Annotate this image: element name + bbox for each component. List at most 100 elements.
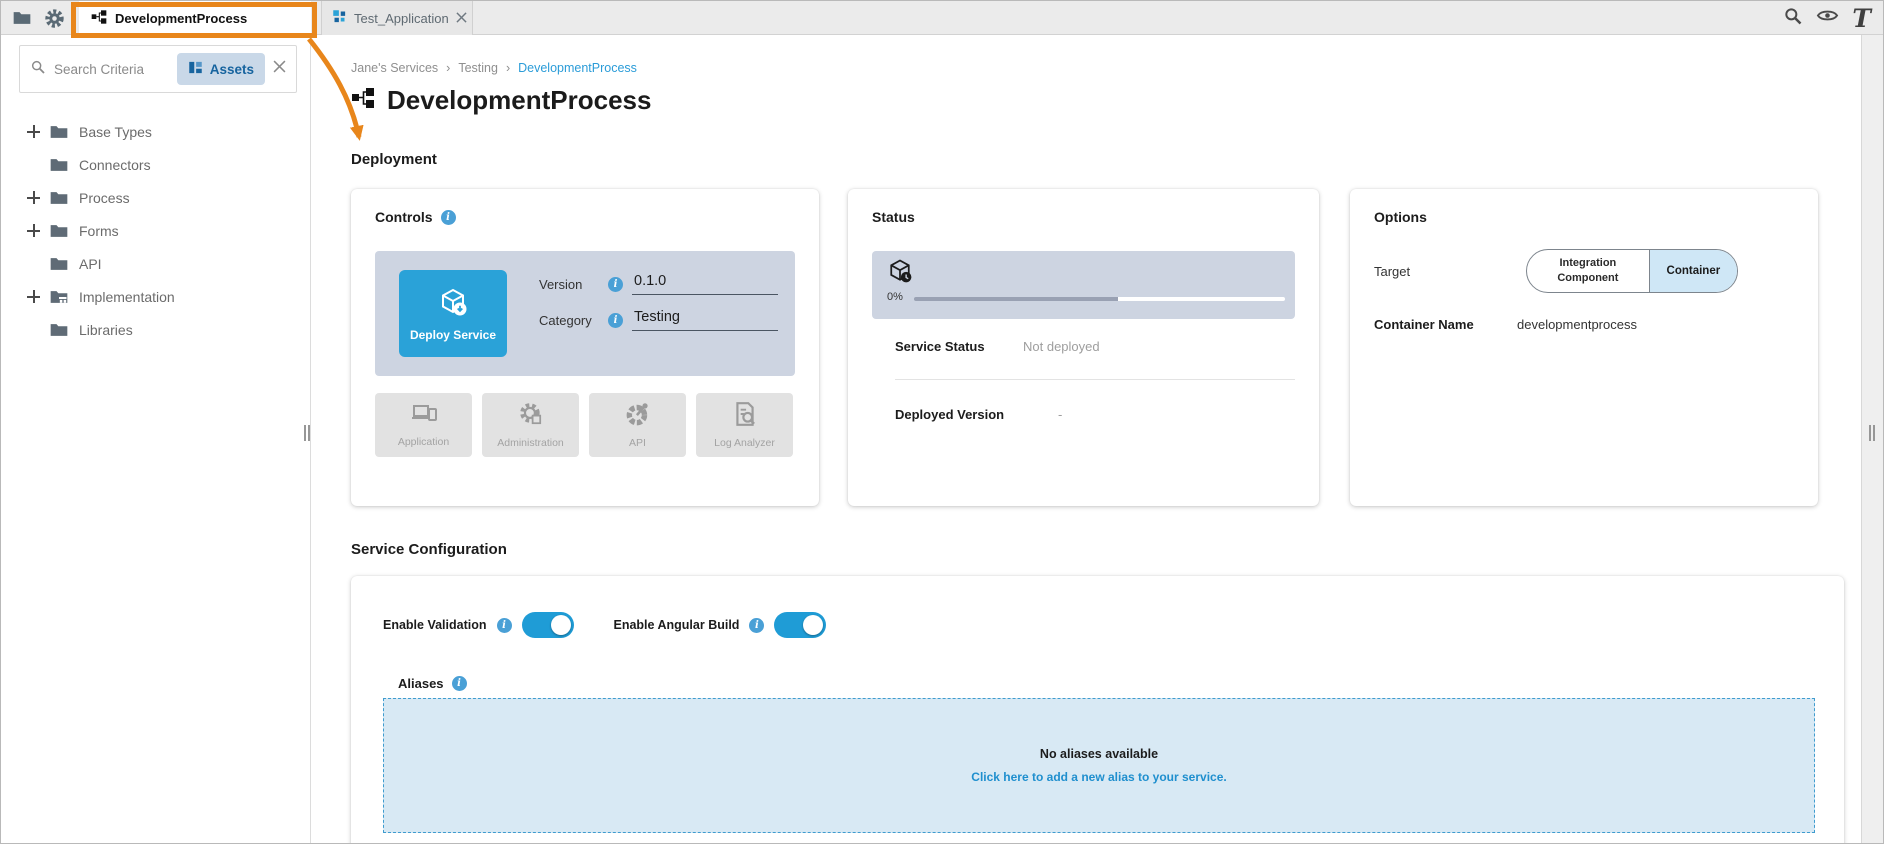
progress-percent: 0% [887,291,903,303]
enable-validation-toggle[interactable] [522,612,574,638]
deployment-section-heading: Deployment [351,151,437,168]
folder-icon [49,188,69,208]
process-icon [91,9,107,28]
log-search-icon [733,401,757,430]
assets-grid-icon [188,60,203,78]
devices-icon [410,402,438,429]
info-icon[interactable] [452,676,467,691]
tree-item-label: Connectors [79,157,151,173]
divider [895,379,1295,380]
api-button[interactable]: API [589,393,686,457]
category-label: Category [539,313,599,328]
info-icon[interactable] [608,277,623,292]
tree-item-label: Base Types [79,124,152,140]
assets-filter-chip[interactable]: Assets [177,53,265,85]
progress-bar [914,297,1285,301]
info-icon[interactable] [497,618,512,633]
tab-label: DevelopmentProcess [115,11,247,26]
breadcrumb-separator: › [506,61,510,75]
search-icon[interactable] [1783,6,1803,31]
deploy-button-label: Deploy Service [410,328,496,342]
breadcrumb: Jane's Services › Testing › DevelopmentP… [351,61,637,75]
tree-item-libraries[interactable]: Libraries [1,313,310,346]
tab-development-process[interactable]: DevelopmentProcess [79,1,311,35]
log-analyzer-button[interactable]: Log Analyzer [696,393,793,457]
process-icon [351,86,375,115]
expand-icon[interactable] [27,191,49,204]
info-icon[interactable] [441,210,456,225]
search-box: Assets [19,45,297,93]
target-option-container-selected[interactable]: Container [1650,250,1737,292]
tree-item-api[interactable]: API [1,247,310,280]
deploy-panel: Deploy Service Version Category [375,251,795,376]
aliases-dropzone[interactable]: No aliases available Click here to add a… [383,698,1815,833]
gear-box-icon [518,401,544,430]
target-option-integration-component[interactable]: Integration Component [1527,250,1650,292]
tree-item-base-types[interactable]: Base Types [1,115,310,148]
service-status-value: Not deployed [1023,339,1100,354]
tree-item-label: Implementation [79,289,175,305]
deploy-status-cube-icon [886,257,914,290]
tree-item-connectors[interactable]: Connectors [1,148,310,181]
controls-card: Controls Deploy Service Version [351,189,819,506]
folder-icon [49,155,69,175]
breadcrumb-item[interactable]: Testing [458,61,498,75]
status-heading: Status [872,209,915,225]
service-status-label: Service Status [895,339,985,354]
deploy-service-button[interactable]: Deploy Service [399,270,507,357]
enable-angular-build-label: Enable Angular Build [614,618,740,632]
assets-sidebar: Assets Base Types Connectors Process [1,35,311,843]
tree-item-forms[interactable]: Forms [1,214,310,247]
button-label: Administration [497,437,564,449]
deployed-version-value: - [1058,407,1062,422]
gauge-icon [625,401,651,430]
preview-eye-icon[interactable] [1816,4,1839,32]
progress-panel: 0% [872,251,1295,319]
version-label: Version [539,277,599,292]
sidebar-resize-handle[interactable] [304,425,310,441]
folder-icon [49,254,69,274]
button-label: Log Analyzer [714,437,775,449]
page-title: DevelopmentProcess [387,85,651,116]
folder-icon[interactable] [5,1,39,35]
no-aliases-text: No aliases available [1040,747,1158,761]
gear-icon[interactable] [37,1,71,35]
implementation-folder-icon [49,287,69,307]
info-icon[interactable] [749,618,764,633]
button-label: Application [398,436,449,448]
service-configuration-heading: Service Configuration [351,541,507,558]
tree-item-label: Forms [79,223,119,239]
controls-heading: Controls [375,209,433,225]
text-tool-icon[interactable]: T [1852,6,1871,31]
breadcrumb-item-current[interactable]: DevelopmentProcess [518,61,637,75]
tree-item-implementation[interactable]: Implementation [1,280,310,313]
add-alias-link[interactable]: Click here to add a new alias to your se… [971,770,1226,784]
application-icon [332,9,347,27]
enable-angular-build-toggle[interactable] [774,612,826,638]
expand-icon[interactable] [27,224,49,237]
app-window: DevelopmentProcess Test_Application [0,0,1884,844]
version-input[interactable] [632,273,778,295]
tab-label: Test_Application [354,11,449,26]
options-card: Options Target Integration Component Con… [1350,189,1818,506]
administration-button[interactable]: Administration [482,393,579,457]
tree-item-process[interactable]: Process [1,181,310,214]
folder-icon [49,320,69,340]
category-input[interactable] [632,309,778,331]
expand-icon[interactable] [27,125,49,138]
info-icon[interactable] [608,313,623,328]
aliases-label: Aliases [398,676,444,691]
application-button[interactable]: Application [375,393,472,457]
container-name-label: Container Name [1374,317,1474,332]
breadcrumb-item[interactable]: Jane's Services [351,61,438,75]
service-configuration-card: Enable Validation Enable Angular Build A… [351,576,1844,844]
expand-icon[interactable] [27,290,49,303]
right-panel-resize-handle[interactable] [1869,425,1875,441]
top-bar: DevelopmentProcess Test_Application [1,1,1883,35]
search-icon [30,59,46,80]
clear-search-icon[interactable] [273,60,286,78]
close-tab-icon[interactable] [456,11,467,26]
search-input[interactable] [54,62,169,77]
tab-test-application[interactable]: Test_Application [321,1,473,35]
breadcrumb-separator: › [446,61,450,75]
